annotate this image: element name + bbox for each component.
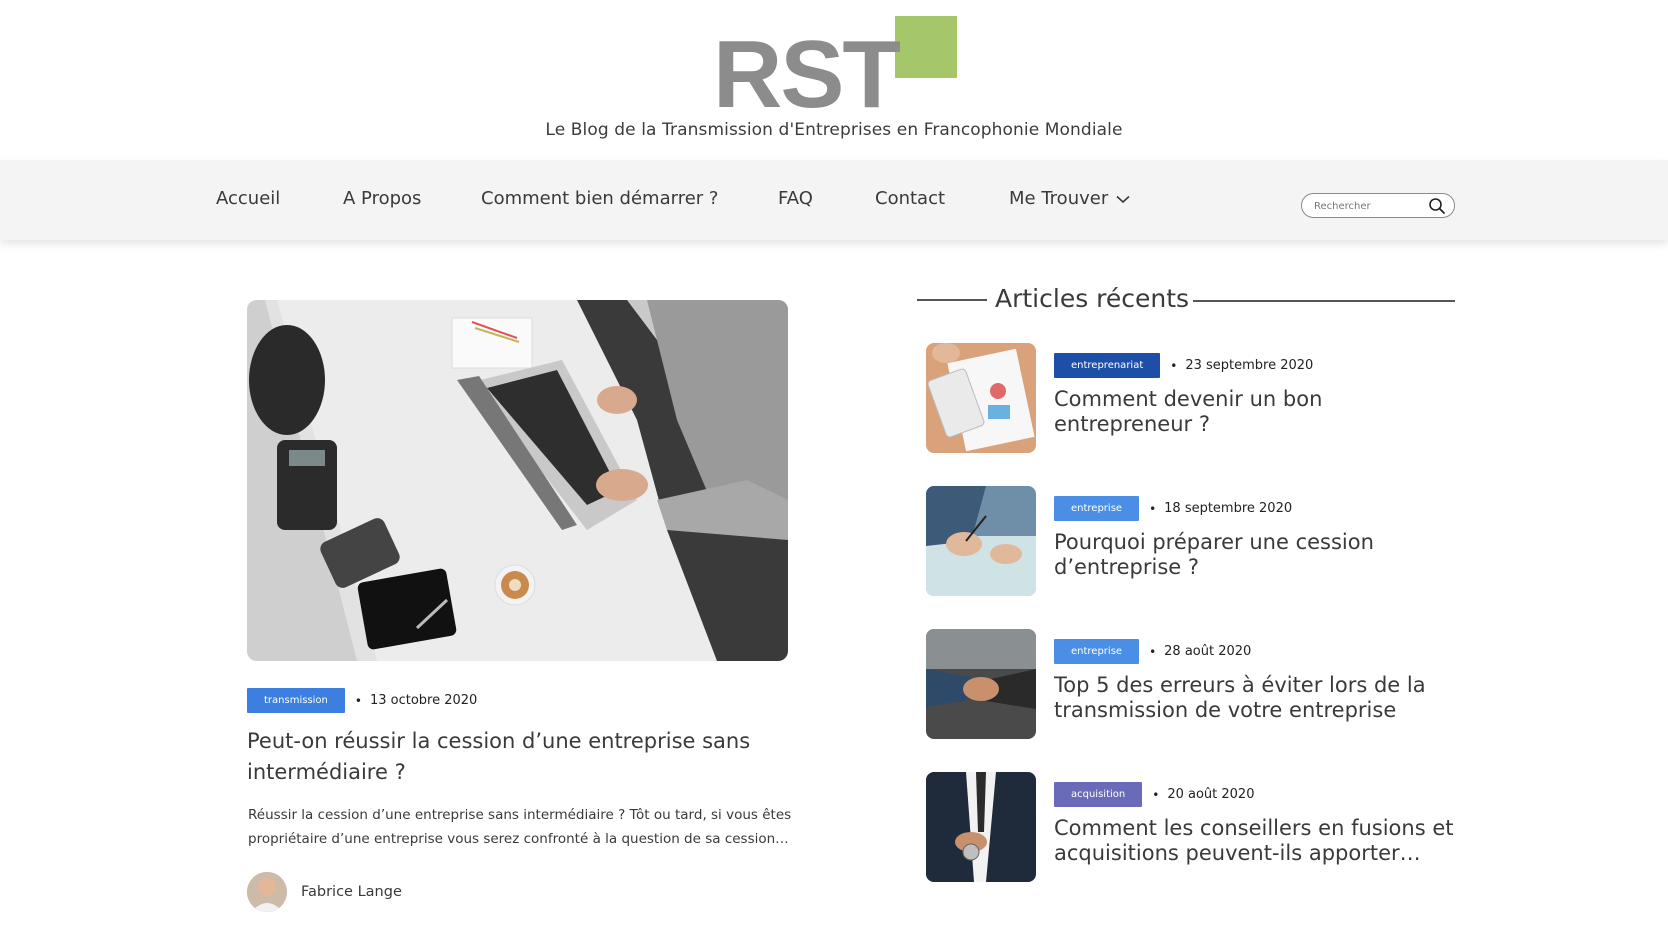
- author-name[interactable]: Fabrice Lange: [301, 884, 402, 900]
- post-date: 18 septembre 2020: [1164, 501, 1293, 516]
- author-avatar[interactable]: [247, 872, 287, 912]
- recent-article-meta: entreprenariat • 23 septembre 2020: [1054, 353, 1313, 378]
- recent-article-thumbnail[interactable]: [926, 343, 1036, 453]
- site-header: RST Le Blog de la Transmission d'Entrepr…: [0, 0, 1668, 160]
- svg-text:RST: RST: [713, 21, 900, 110]
- featured-post-meta: transmission • 13 octobre 2020: [247, 688, 477, 713]
- recent-article-meta: entreprise • 18 septembre 2020: [1054, 496, 1292, 521]
- recent-article-thumbnail[interactable]: [926, 629, 1036, 739]
- nav-item-comment-bien-demarrer[interactable]: Comment bien démarrer ?: [481, 188, 718, 209]
- recent-article-thumbnail[interactable]: [926, 772, 1036, 882]
- post-author[interactable]: Fabrice Lange: [247, 872, 402, 912]
- featured-post-image[interactable]: [247, 300, 788, 661]
- recent-article-meta: acquisition • 20 août 2020: [1054, 782, 1254, 807]
- chevron-down-icon: [1116, 195, 1130, 203]
- meta-separator: •: [1152, 787, 1160, 802]
- recent-article-title[interactable]: Top 5 des erreurs à éviter lors de la tr…: [1054, 673, 1454, 723]
- main-navbar: Accueil A Propos Comment bien démarrer ?…: [0, 160, 1668, 240]
- recent-article-title[interactable]: Pourquoi préparer une cession d’entrepri…: [1054, 530, 1454, 580]
- heading-divider-right: [1193, 300, 1455, 302]
- nav-item-a-propos[interactable]: A Propos: [343, 188, 421, 209]
- meta-separator: •: [1149, 644, 1157, 659]
- post-date: 23 septembre 2020: [1185, 358, 1314, 373]
- nav-item-faq[interactable]: FAQ: [778, 188, 813, 209]
- meta-separator: •: [1170, 358, 1178, 373]
- featured-post-title[interactable]: Peut-on réussir la cession d’une entrepr…: [247, 726, 807, 788]
- recent-article: entreprise • 28 août 2020 Top 5 des erre…: [926, 629, 1456, 741]
- recent-article: acquisition • 20 août 2020 Comment les c…: [926, 772, 1456, 884]
- heading-divider-left: [917, 299, 987, 301]
- featured-post-excerpt: Réussir la cession d’une entreprise sans…: [248, 807, 792, 847]
- recent-article: entreprise • 18 septembre 2020 Pourquoi …: [926, 486, 1456, 598]
- post-date: 28 août 2020: [1164, 644, 1252, 659]
- category-badge[interactable]: acquisition: [1054, 782, 1143, 807]
- recent-article: entreprenariat • 23 septembre 2020 Comme…: [926, 343, 1456, 455]
- post-date: 20 août 2020: [1167, 787, 1255, 802]
- post-date: 13 octobre 2020: [369, 693, 478, 708]
- category-badge[interactable]: entreprise: [1054, 639, 1140, 664]
- recent-article-meta: entreprise • 28 août 2020: [1054, 639, 1251, 664]
- site-tagline: Le Blog de la Transmission d'Entreprises…: [545, 120, 1123, 140]
- recent-article-thumbnail[interactable]: [926, 486, 1036, 596]
- recent-article-title[interactable]: Comment devenir un bon entrepreneur ?: [1054, 387, 1454, 437]
- nav-item-me-trouver-label: Me Trouver: [1009, 188, 1109, 209]
- search-box: [1301, 193, 1455, 218]
- site-logo[interactable]: RST: [713, 14, 959, 110]
- meta-separator: •: [1149, 501, 1157, 516]
- meta-separator: •: [354, 693, 362, 708]
- recent-article-title[interactable]: Comment les conseillers en fusions et ac…: [1054, 816, 1454, 866]
- search-input[interactable]: [1314, 197, 1424, 215]
- recent-articles-title: Articles récents: [995, 284, 1190, 313]
- nav-item-contact[interactable]: Contact: [875, 188, 945, 209]
- recent-articles-heading: Articles récents: [917, 284, 1455, 316]
- nav-item-accueil[interactable]: Accueil: [216, 188, 280, 209]
- search-icon[interactable]: [1428, 197, 1446, 215]
- nav-item-me-trouver[interactable]: Me Trouver: [1009, 188, 1130, 209]
- category-badge[interactable]: entreprise: [1054, 496, 1140, 521]
- category-badge[interactable]: transmission: [247, 688, 345, 713]
- category-badge[interactable]: entreprenariat: [1054, 353, 1161, 378]
